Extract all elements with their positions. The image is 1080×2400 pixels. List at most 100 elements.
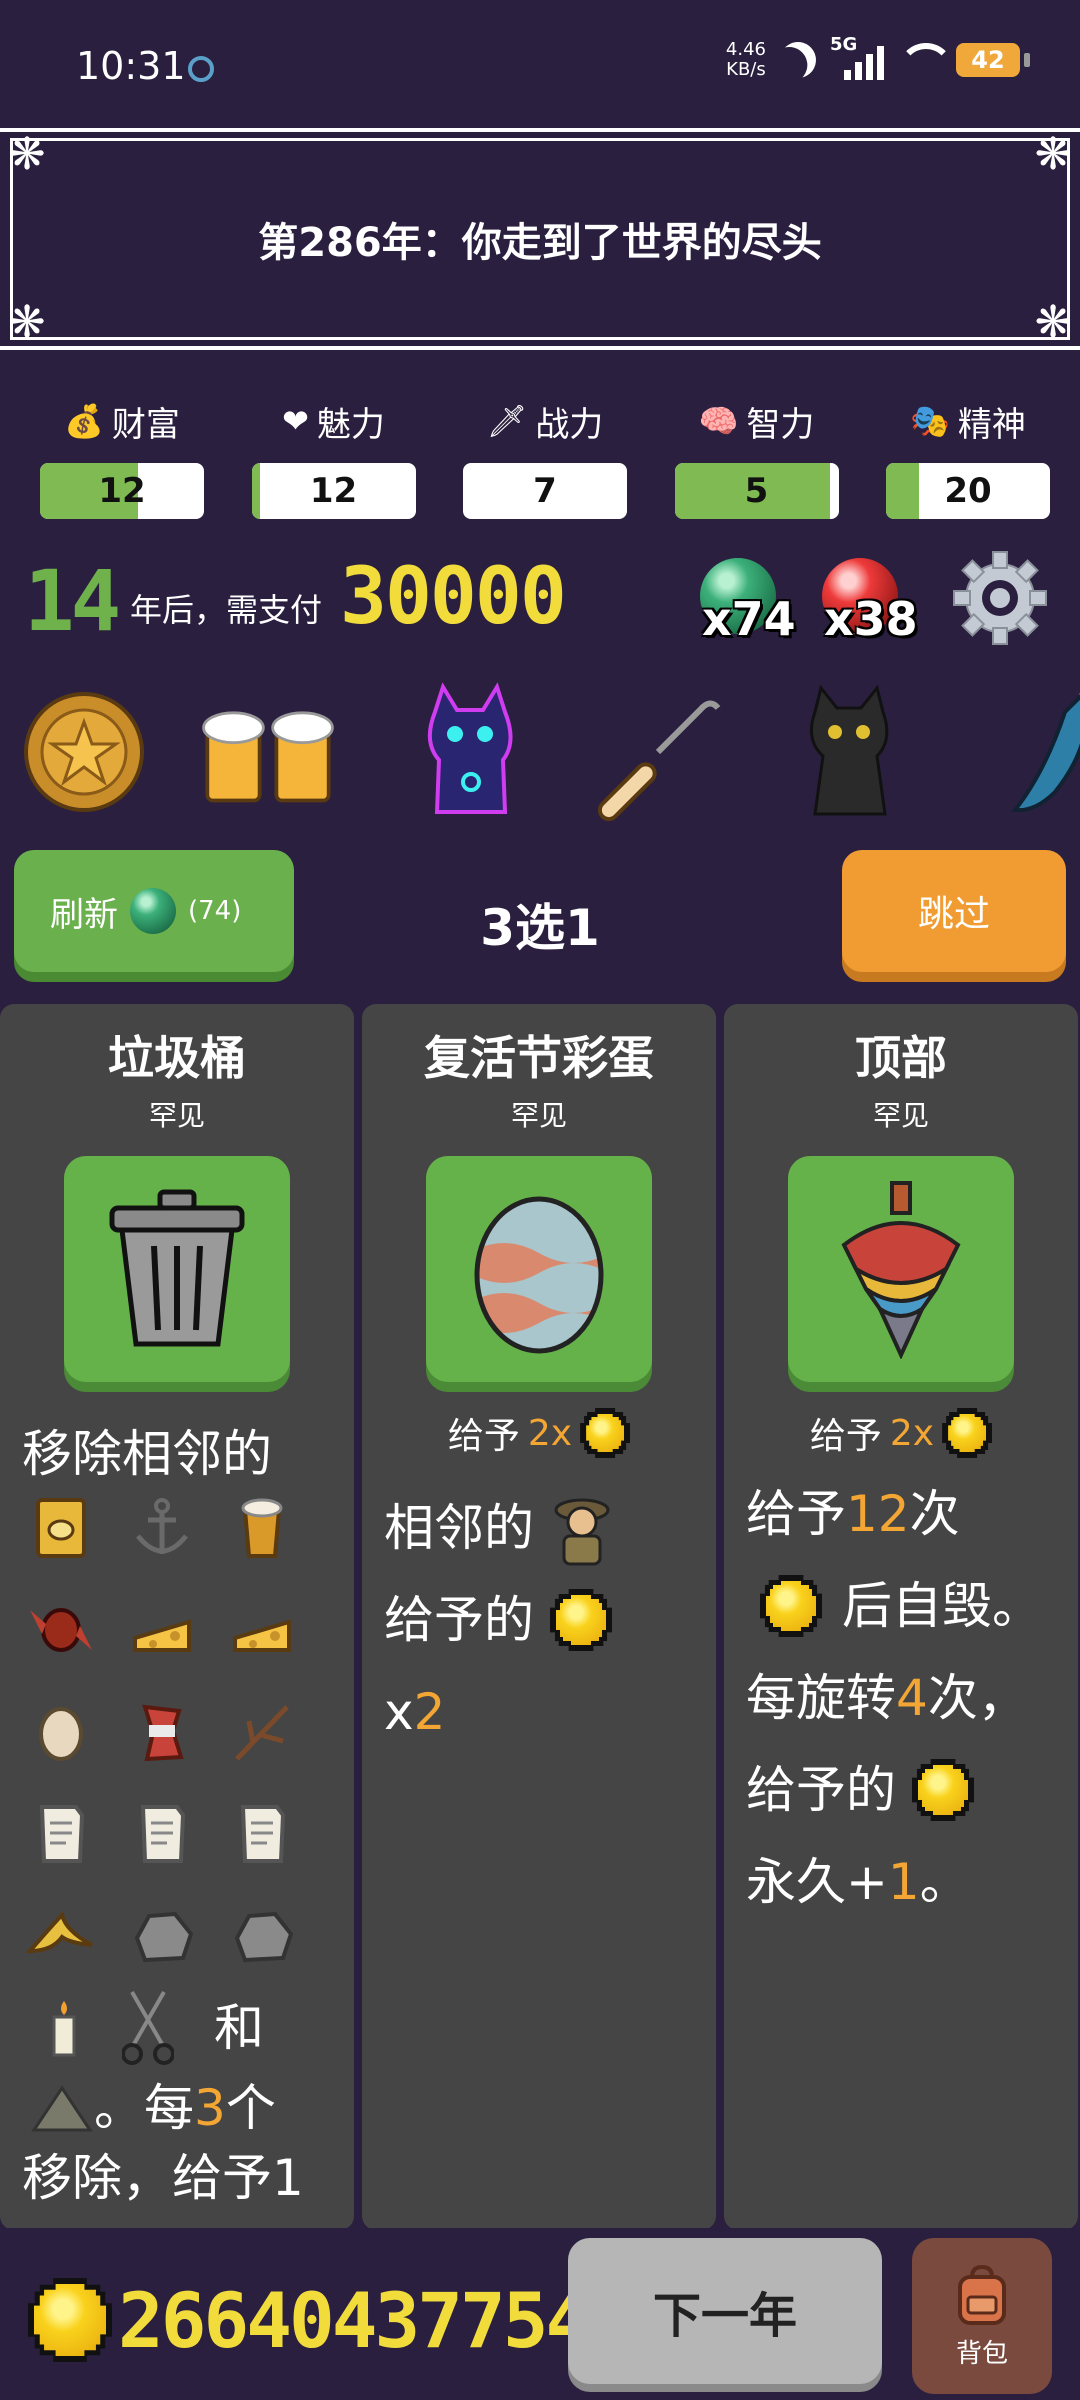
backpack-icon <box>958 2264 1006 2325</box>
card-title: 复活节彩蛋 <box>424 1031 654 1085</box>
card-description-line: 相邻的 <box>362 1482 716 1574</box>
choice-card-trash-can[interactable]: 垃圾桶 罕见 移除相邻的 和 。每 3 个 移除，给予1 <box>0 1004 354 2230</box>
stat-value: 7 <box>533 471 557 511</box>
event-title: 第286年：你走到了世界的尽头 <box>258 220 822 266</box>
net-speed-value: 4.46 <box>725 39 766 60</box>
event-banner: ❋ ❋ ❋ ❋ 第286年：你走到了世界的尽头 <box>0 128 1080 350</box>
clock: 10:31 <box>76 44 186 88</box>
stat-value: 5 <box>744 471 769 511</box>
card-description-line: 每旋转4次， <box>724 1652 1078 1744</box>
coin-icon <box>942 1408 992 1458</box>
stat-spirit[interactable]: 🎭 精神 20 <box>886 395 1050 519</box>
do-not-disturb-icon <box>773 35 822 84</box>
card-art <box>64 1156 290 1382</box>
stat-label: 魅力 <box>316 404 385 445</box>
card-description: 移除相邻的 <box>22 1425 272 1483</box>
farmer-icon <box>554 1498 610 1566</box>
gives-label: 给予 <box>447 1416 520 1457</box>
dust-pile-icon <box>31 2085 93 2132</box>
black-cat-icon[interactable] <box>780 682 920 822</box>
card-description-text: 。每 <box>94 2079 194 2137</box>
card-gives-line: 给予 2x <box>362 1404 716 1462</box>
card-rarity: 罕见 <box>872 1099 929 1132</box>
card-description-line: 给予的 <box>724 1744 1078 1836</box>
card-description-line: 和 <box>0 1988 354 2068</box>
coin-icon[interactable] <box>14 682 154 822</box>
chips-icon <box>26 1496 96 1560</box>
spinning-top-icon <box>841 1181 961 1359</box>
egg-icon <box>26 1700 96 1764</box>
coin-icon <box>550 1589 612 1651</box>
banner-frame: ❋ ❋ ❋ ❋ 第286年：你走到了世界的尽头 <box>9 133 1072 345</box>
card-highlight-number: 12 <box>846 1485 910 1543</box>
easter-egg-icon <box>474 1196 604 1354</box>
chili-pepper-icon[interactable] <box>980 682 1080 822</box>
stat-wealth[interactable]: 💰 财富 12 <box>40 395 204 519</box>
removable-items-grid <box>0 1496 354 1968</box>
stat-intellect[interactable]: 🧠 智力 5 <box>674 395 839 519</box>
sync-icon <box>188 56 214 82</box>
card-title: 顶部 <box>855 1031 947 1085</box>
choice-card-spinning-top[interactable]: 顶部 罕见 给予 2x 给予12次 后自毁。 每旋转4次， 给予的 永久+1。 <box>724 1004 1078 2230</box>
beer-mugs-icon[interactable] <box>198 682 338 822</box>
card-description-line: 。每 3 个 <box>0 2068 354 2148</box>
skip-button[interactable]: 跳过 <box>842 850 1066 972</box>
sword-icon: 🗡 <box>486 402 528 440</box>
card-description-text: 个 <box>225 2079 276 2137</box>
stat-value-box: 12 <box>40 463 204 519</box>
card-rarity: 罕见 <box>148 1099 205 1132</box>
paper-icon <box>227 1802 297 1866</box>
stats-row: 💰 财富 12 ❤ 魅力 12 🗡 战力 7 🧠 智力 5 🎭 精神 20 <box>40 395 1050 519</box>
battery-indicator: 42 <box>956 43 1030 77</box>
money-bag-icon: 💰 <box>64 402 104 440</box>
refresh-label: 刷新 <box>50 894 118 935</box>
backpack-button[interactable]: 背包 <box>912 2238 1052 2394</box>
card-highlight-number: 1 <box>887 1853 920 1911</box>
status-icons: 4.46 KB/s 5G 42 <box>725 34 1030 80</box>
stat-value-box: 7 <box>463 463 627 519</box>
status-bar: 10:31 4.46 KB/s 5G 42 <box>0 0 1080 130</box>
gold-amount: 2664043775423 <box>118 2276 578 2365</box>
card-description-text: 。 <box>919 1853 970 1911</box>
refresh-cost: (74) <box>188 896 242 926</box>
gives-multiplier: 2x <box>527 1412 573 1454</box>
cyber-cat-icon[interactable] <box>400 682 540 822</box>
coin-icon <box>912 1759 974 1821</box>
card-description-text: 后自毁。 <box>842 1577 1042 1635</box>
card-art <box>788 1156 1014 1382</box>
scissors-icon <box>122 1991 174 2065</box>
card-highlight-number: 4 <box>896 1669 928 1727</box>
stat-value-box: 12 <box>251 463 416 519</box>
next-year-button[interactable]: 下一年 <box>568 2238 882 2384</box>
green-orb-icon <box>130 888 176 934</box>
card-description-text: 相邻的 <box>384 1499 534 1557</box>
stat-value-box: 20 <box>886 463 1050 519</box>
cheese-icon <box>227 1598 297 1662</box>
coin-icon <box>580 1408 630 1458</box>
stat-value: 12 <box>98 471 146 511</box>
gives-multiplier: 2x <box>889 1412 935 1454</box>
hook-tool-icon[interactable] <box>588 682 728 822</box>
candy-icon <box>26 1598 96 1662</box>
red-orb-count: x38 <box>824 592 918 646</box>
choice-card-easter-egg[interactable]: 复活节彩蛋 罕见 给予 2x 相邻的 给予的 x2 <box>362 1004 716 2230</box>
refresh-button[interactable]: 刷新 (74) <box>14 850 294 972</box>
settings-gear-icon[interactable] <box>950 548 1050 648</box>
candle-icon <box>52 2001 76 2057</box>
card-description-line: 给予12次 <box>724 1468 1078 1560</box>
years-remaining-label: 年后，需支付 <box>130 591 323 629</box>
card-highlight-number: 3 <box>194 2079 226 2137</box>
stat-label: 智力 <box>746 404 815 445</box>
banana-peel-icon <box>26 1904 96 1968</box>
paper-icon <box>127 1802 197 1866</box>
stat-combat[interactable]: 🗡 战力 7 <box>463 395 627 519</box>
card-art <box>426 1156 652 1382</box>
gives-label: 给予 <box>809 1416 882 1457</box>
beer-icon <box>227 1496 297 1560</box>
backpack-label: 背包 <box>955 2338 1008 2369</box>
stat-value: 12 <box>309 471 358 511</box>
wifi-icon <box>898 43 954 77</box>
stat-charm[interactable]: ❤ 魅力 12 <box>251 395 416 519</box>
masks-icon: 🎭 <box>910 402 950 440</box>
signal-icon: 5G <box>830 34 884 80</box>
